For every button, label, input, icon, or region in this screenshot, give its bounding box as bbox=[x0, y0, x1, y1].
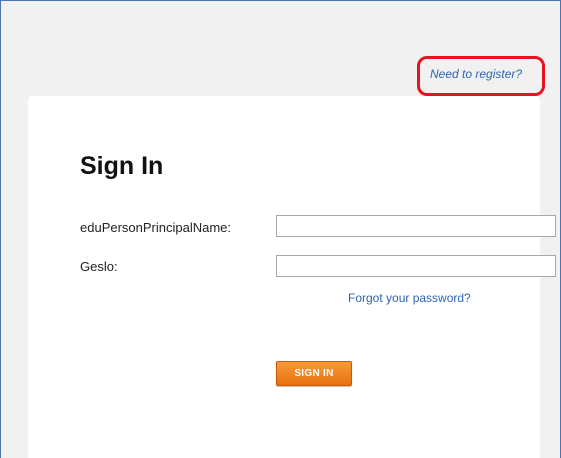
browser-frame: Need to register? Sign In eduPersonPrinc… bbox=[0, 0, 561, 458]
username-label: eduPersonPrincipalName: bbox=[80, 220, 232, 235]
register-highlight-annotation bbox=[417, 56, 545, 96]
password-label: Geslo: bbox=[80, 259, 118, 274]
password-input[interactable] bbox=[276, 255, 556, 277]
username-input[interactable] bbox=[276, 215, 556, 237]
sign-in-button[interactable]: SIGN IN bbox=[276, 361, 352, 386]
page-title: Sign In bbox=[80, 152, 164, 180]
forgot-password-link[interactable]: Forgot your password? bbox=[348, 291, 471, 305]
